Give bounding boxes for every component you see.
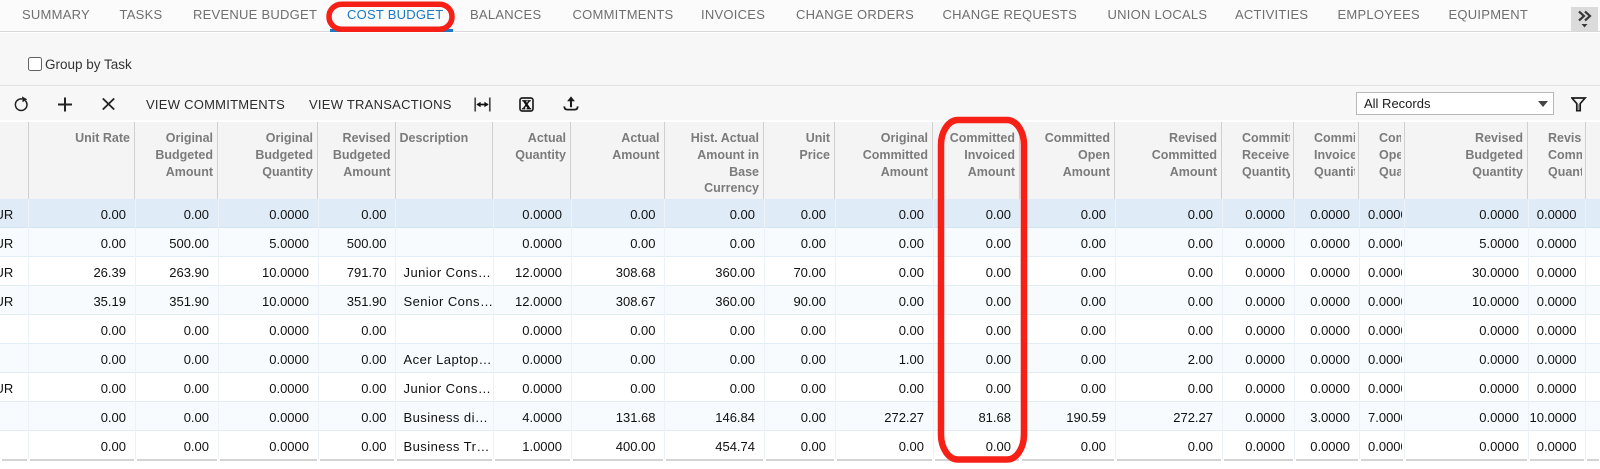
svg-text:X: X xyxy=(522,97,531,111)
